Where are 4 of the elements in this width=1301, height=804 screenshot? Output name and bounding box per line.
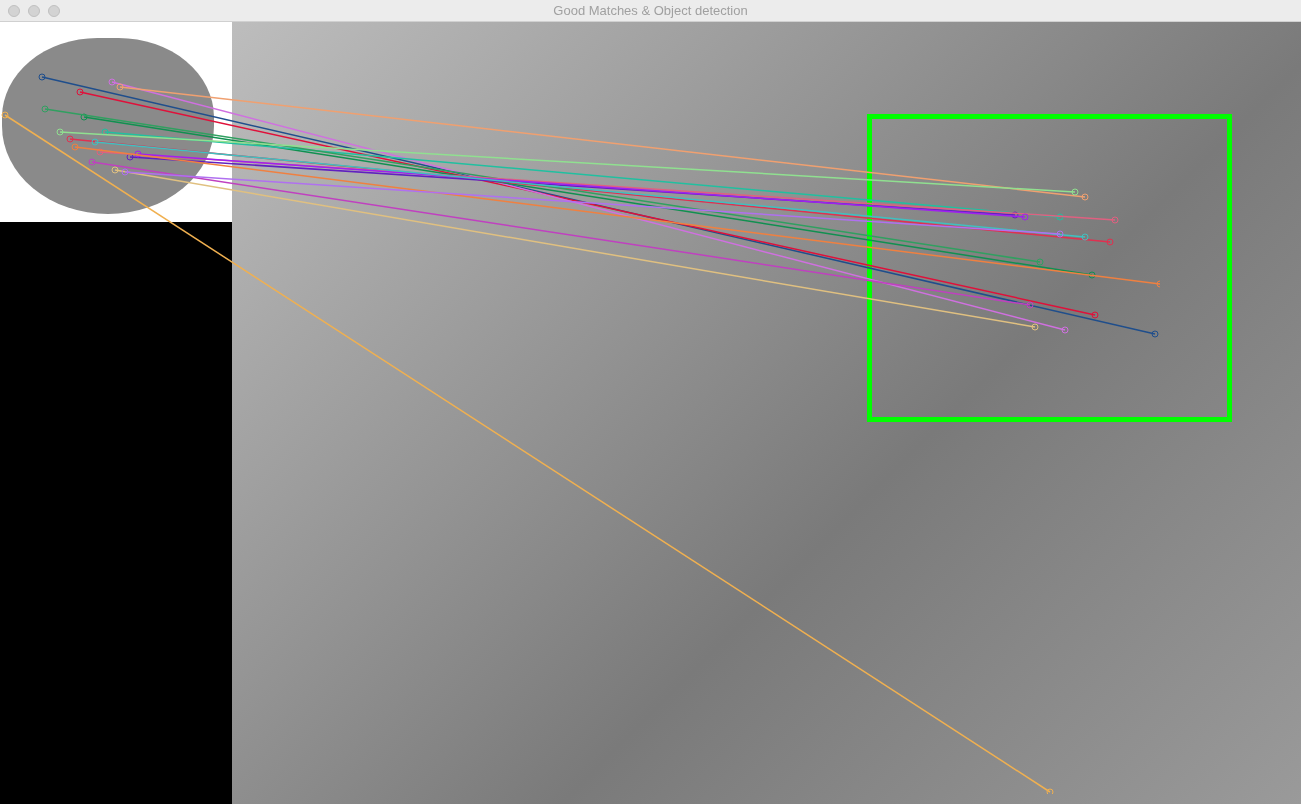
minimize-button[interactable] (28, 4, 40, 17)
window-title: Good Matches & Object detection (553, 1, 748, 20)
zoom-button[interactable] (48, 4, 60, 17)
close-button[interactable] (8, 4, 20, 17)
